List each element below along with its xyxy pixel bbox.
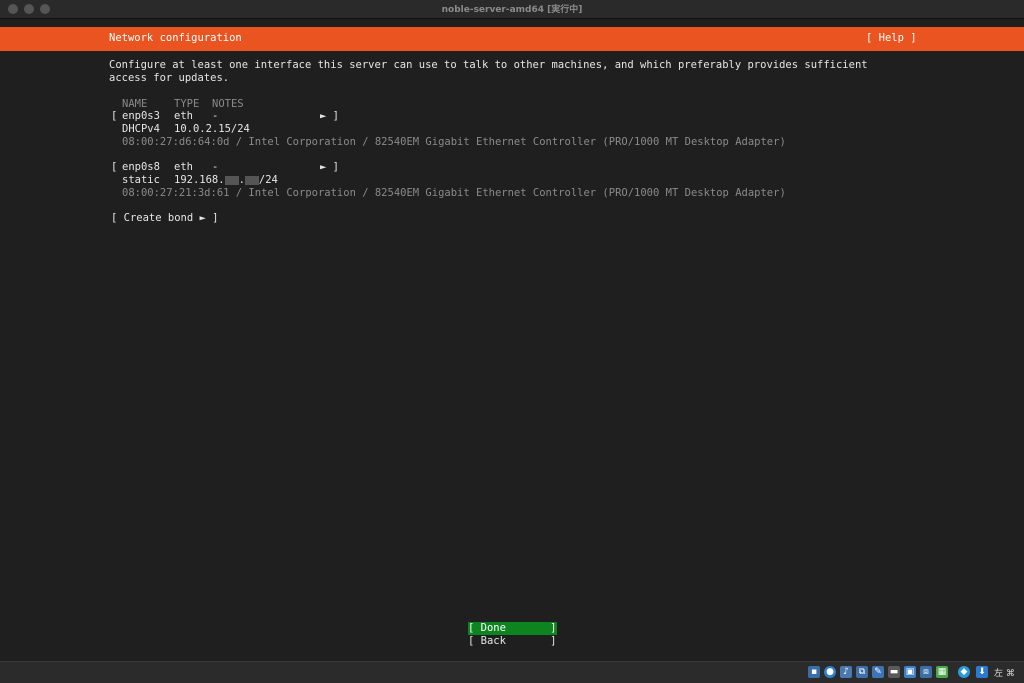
audio-icon[interactable]: ♪ (840, 666, 852, 678)
network-icon[interactable]: ⧉ (856, 666, 868, 678)
redacted-octet (224, 175, 239, 185)
row-open-bracket: [ (111, 110, 118, 122)
vm-screen[interactable]: Network configuration [ Help ] Configure… (0, 19, 1024, 661)
interface-addr-type: DHCPv4 (122, 123, 160, 135)
keyboard-icon[interactable]: ⬇ (976, 666, 988, 678)
redacted-octet (244, 175, 259, 185)
column-header-type: TYPE (174, 98, 200, 110)
page-title: Network configuration (109, 32, 242, 44)
installer-header: Network configuration [ Help ] (0, 27, 1024, 51)
intro-text-line-1: Configure at least one interface this se… (109, 59, 868, 71)
interface-menu-arrow[interactable]: ► ] (320, 161, 339, 173)
recording-icon[interactable]: ⧈ (920, 666, 932, 678)
interface-address: 192.168../24 (174, 174, 278, 186)
interface-type: eth (174, 110, 193, 122)
create-bond-button[interactable]: [ Create bond ► ] (111, 212, 218, 224)
column-header-notes: NOTES (212, 98, 244, 110)
intro-text-line-2: access for updates. (109, 72, 230, 84)
address-suffix: /24 (258, 174, 278, 186)
vm-statusbar: ▪ ● ♪ ⧉ ✎ ▬ ▣ ⧈ ▦ ◆ ⬇ 左 ⌘ (0, 661, 1024, 683)
window-title: noble-server-amd64 [実行中] (441, 5, 583, 15)
window-titlebar: noble-server-amd64 [実行中] (0, 0, 1024, 19)
row-open-bracket: [ (111, 161, 118, 173)
interface-hardware-info: 08:00:27:21:3d:61 / Intel Corporation / … (122, 187, 786, 199)
interface-menu-arrow[interactable]: ► ] (320, 110, 339, 122)
column-header-name: NAME (122, 98, 148, 110)
interface-addr-type: static (122, 174, 160, 186)
help-button[interactable]: [ Help ] (866, 32, 917, 44)
interface-name: enp0s8 (122, 161, 160, 173)
interface-hardware-info: 08:00:27:d6:64:0d / Intel Corporation / … (122, 136, 786, 148)
usb-icon[interactable]: ✎ (872, 666, 884, 678)
cpu-icon[interactable]: ▦ (936, 666, 948, 678)
display-icon[interactable]: ▣ (904, 666, 916, 678)
interface-notes: - (212, 110, 219, 122)
interface-type: eth (174, 161, 193, 173)
host-key-label: 左 ⌘ (994, 669, 1015, 679)
interface-address: 10.0.2.15/24 (174, 123, 250, 135)
hdd-icon[interactable]: ▪ (808, 666, 820, 678)
optical-icon[interactable]: ● (824, 666, 836, 678)
interface-notes: - (212, 161, 219, 173)
shared-folder-icon[interactable]: ▬ (888, 666, 900, 678)
back-button[interactable]: [ Back ] (468, 635, 557, 648)
address-prefix: 192.168. (174, 174, 225, 186)
mouse-icon[interactable]: ◆ (958, 666, 970, 678)
done-button[interactable]: [ Done ] (468, 622, 557, 635)
interface-name: enp0s3 (122, 110, 160, 122)
